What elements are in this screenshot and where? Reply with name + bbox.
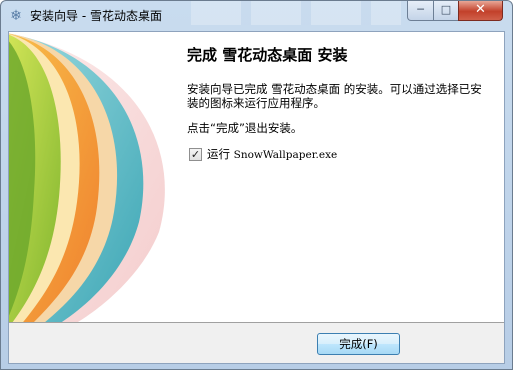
minimize-icon: ─: [417, 3, 424, 16]
wizard-button-bar: 完成(F): [9, 322, 504, 363]
maximize-button[interactable]: □: [433, 1, 459, 21]
run-app-filename: SnowWallpaper.exe: [233, 149, 338, 161]
run-app-option[interactable]: ✓ 运行 SnowWallpaper.exe: [189, 146, 337, 162]
run-app-checkbox[interactable]: ✓: [189, 147, 202, 161]
title-bar[interactable]: ❄ 安装向导 - 雪花动态桌面 ─ □ ✕: [1, 1, 512, 31]
run-app-label-prefix: 运行: [207, 147, 234, 161]
close-icon: ✕: [475, 2, 486, 17]
title-bar-glass-reflection: [191, 1, 401, 25]
wizard-banner-image: [9, 32, 173, 322]
finish-button[interactable]: 完成(F): [317, 333, 400, 355]
exit-instruction: 点击“完成”退出安装。: [187, 121, 303, 135]
page-title: 完成 雪花动态桌面 安装: [187, 46, 348, 64]
installer-window: ❄ 安装向导 - 雪花动态桌面 ─ □ ✕ 完成 雪花动态桌面 安装 安装向导已…: [0, 0, 513, 370]
maximize-icon: □: [440, 3, 452, 16]
wizard-client-area: 完成 雪花动态桌面 安装 安装向导已完成 雪花动态桌面 的安装。可以通过选择已安…: [8, 31, 505, 364]
window-title: 安装向导 - 雪花动态桌面: [30, 9, 162, 23]
check-mark-icon: ✓: [190, 147, 201, 161]
close-button[interactable]: ✕: [458, 1, 503, 21]
minimize-button[interactable]: ─: [407, 1, 434, 21]
run-app-label[interactable]: 运行 SnowWallpaper.exe: [207, 146, 337, 162]
completion-message: 安装向导已完成 雪花动态桌面 的安装。可以通过选择已安装的图标来运行应用程序。: [187, 82, 482, 110]
snowflake-icon: ❄: [10, 8, 22, 24]
